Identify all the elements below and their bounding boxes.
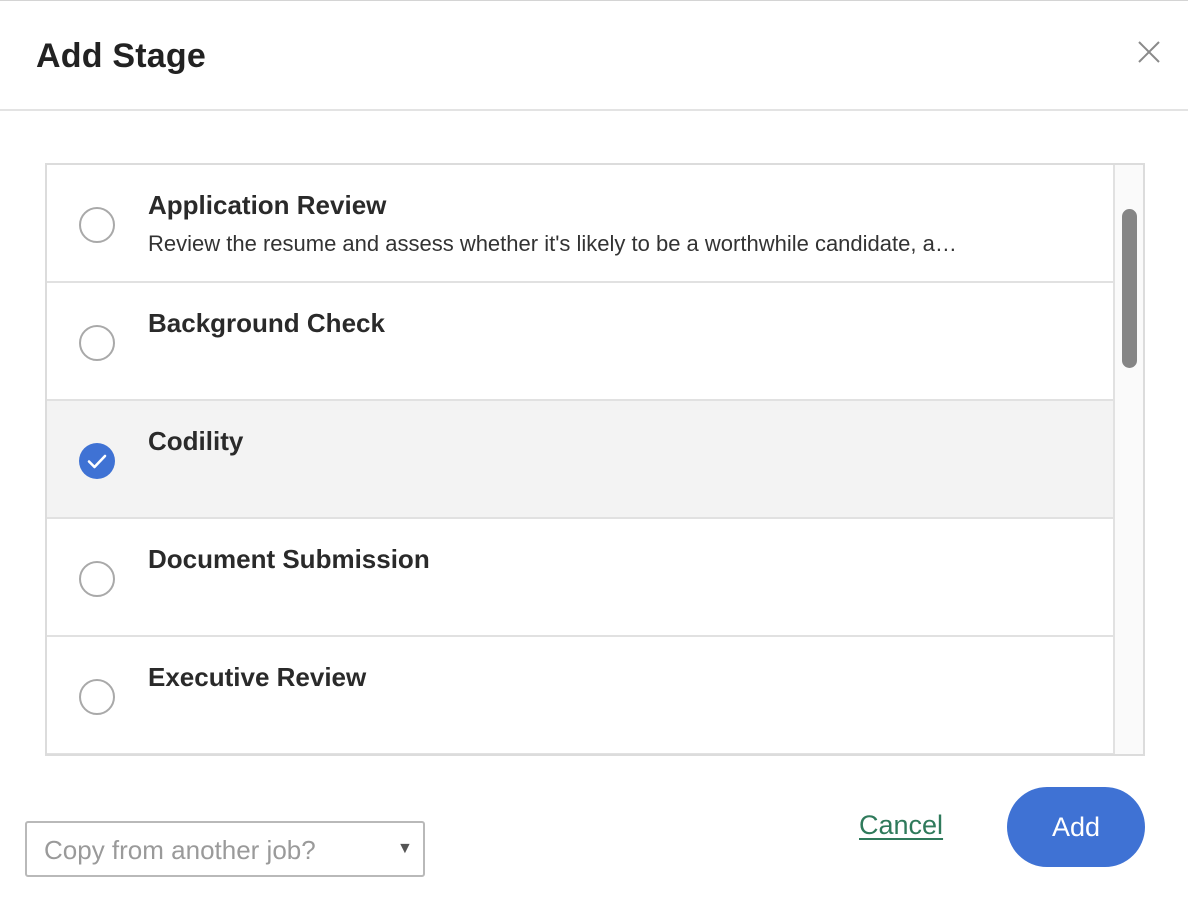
add-button[interactable]: Add (1007, 787, 1145, 867)
stage-row-codility[interactable]: Codility (47, 401, 1115, 519)
scrollbar[interactable] (1115, 165, 1143, 754)
close-icon[interactable] (1134, 37, 1164, 67)
radio-button[interactable] (79, 679, 115, 715)
stage-name: Application Review (148, 190, 387, 220)
scrollbar-thumb[interactable] (1122, 209, 1137, 368)
stage-name: Codility (148, 426, 244, 456)
radio-button[interactable] (79, 207, 115, 243)
dialog-header: Add Stage (0, 1, 1188, 111)
stage-description: Review the resume and assess whether it'… (148, 231, 957, 256)
stage-row-background-check[interactable]: Background Check (47, 283, 1115, 401)
stage-rows: Application Review Review the resume and… (47, 165, 1115, 754)
caret-down-icon: ▼ (397, 840, 413, 857)
add-stage-dialog: Add Stage Application Review Review the … (0, 0, 1188, 913)
cancel-link[interactable]: Cancel (859, 810, 943, 841)
stage-row-application-review[interactable]: Application Review Review the resume and… (47, 165, 1115, 283)
stage-row-document-submission[interactable]: Document Submission (47, 519, 1115, 637)
dialog-title: Add Stage (36, 37, 206, 75)
checkmark-icon (87, 454, 107, 469)
copy-select-placeholder: Copy from another job? (44, 835, 316, 865)
stage-row-executive-review[interactable]: Executive Review (47, 637, 1115, 754)
stage-name: Background Check (148, 308, 385, 338)
stage-name: Document Submission (148, 544, 430, 574)
radio-button-checked[interactable] (79, 443, 115, 479)
radio-button[interactable] (79, 325, 115, 361)
stage-name: Executive Review (148, 662, 367, 692)
copy-from-job-select[interactable]: Copy from another job? ▼ (25, 821, 425, 877)
stage-list: Application Review Review the resume and… (45, 163, 1145, 756)
radio-button[interactable] (79, 561, 115, 597)
